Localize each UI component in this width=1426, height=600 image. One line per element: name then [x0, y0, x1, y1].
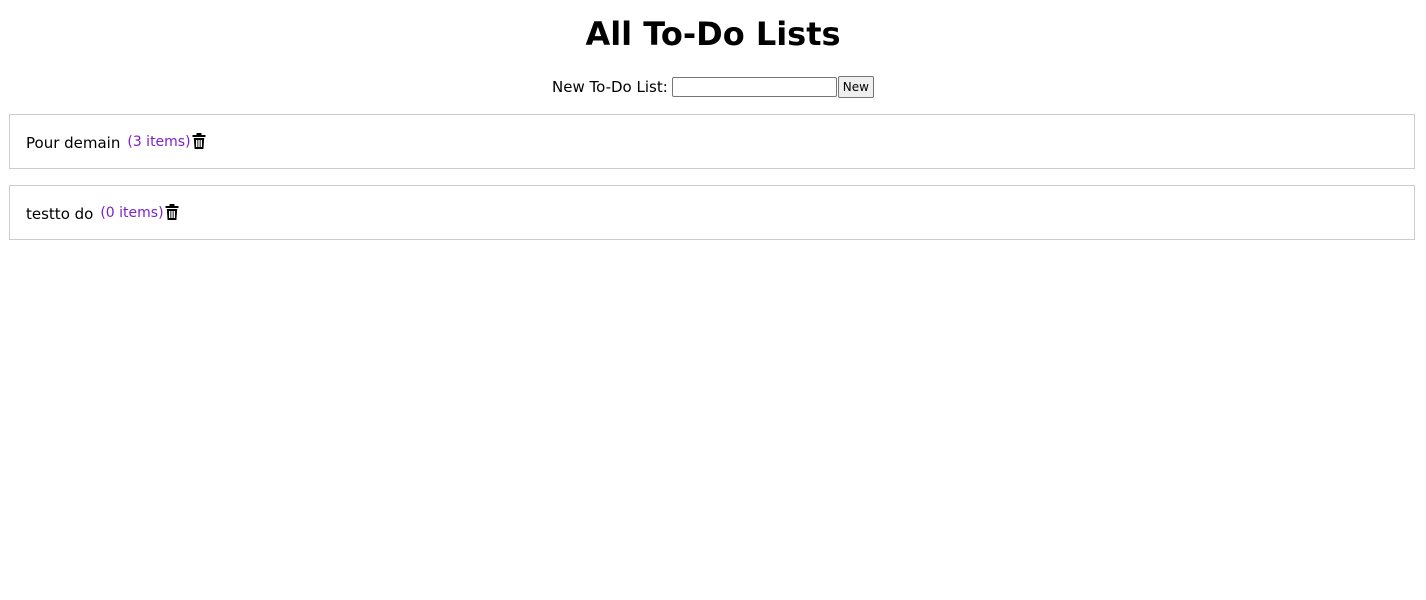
trash-icon[interactable]	[192, 133, 206, 149]
todo-list-item-content: Pour demain (3 items)	[26, 132, 206, 154]
todo-list-item-content: testto do (0 items)	[26, 203, 179, 225]
trash-icon[interactable]	[165, 204, 179, 220]
new-list-form: New To-Do List: New	[0, 76, 1426, 98]
todo-list-item: testto do (0 items)	[9, 185, 1415, 240]
new-list-button[interactable]: New	[837, 76, 874, 98]
new-list-label: New To-Do List:	[552, 78, 668, 96]
todo-list-count: (3 items)	[127, 134, 191, 150]
page-title: All To-Do Lists	[585, 15, 841, 53]
new-list-input[interactable]	[671, 77, 837, 97]
page: All To-Do Lists New To-Do List: New Pour…	[0, 0, 1426, 600]
todo-list-name[interactable]: Pour demain	[26, 132, 120, 154]
todo-list-count: (0 items)	[100, 205, 164, 221]
todo-list-item: Pour demain (3 items)	[9, 114, 1415, 169]
todo-list-name[interactable]: testto do	[26, 203, 93, 225]
